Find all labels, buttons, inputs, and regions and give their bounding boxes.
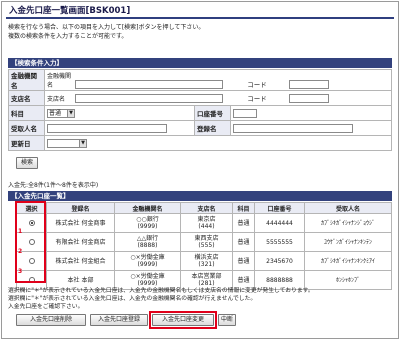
row-registered-name: 株式会社 何金商事 [46,213,115,233]
step-marker-1: 1 [18,228,23,235]
row-registered-name: 有限会社 何金商店 [46,232,115,252]
row-recipient: ﾕｳｹﾞﾝｶﾞｲｼｬﾅﾝｷﾝﾃﾝ [304,232,392,252]
row-branch-code: (555) [198,242,215,249]
branch-sub-label: 支店名 [47,95,66,103]
chevron-down-icon: ▼ [79,139,86,147]
row-type: 普通 [232,213,255,233]
row-bank-code: (9999) [137,280,158,287]
table-row[interactable]: 有限会社 何金商店 △△銀行 (8888) 東西支店 (555) 普通 555555… [16,232,392,252]
step-marker-2: 2 [18,248,23,255]
instruction-line-2: 複数の検索条件を入力することが可能です。 [8,33,128,40]
row-branch-code: (321) [198,261,215,268]
row-recipient: ｶﾌﾞｼｷｶﾞｲｼｬﾅﾝｷﾝｸﾐｱｲ [304,251,392,271]
page-title: 入金先口座一覧画面[BSK001] [6,5,394,19]
bank-code-label: コード [247,80,267,89]
row-branch: 東京店 [197,216,216,223]
note-line-2: 選択欄に"＊"が表示されている入金先口座は、入金先の金融機関名の確認が行えません… [8,296,257,302]
row-registered-name: 株式会社 何金組合 [46,251,115,271]
row-bank: △△銀行 [136,235,159,242]
col-bank: 金融機関名 [114,202,181,214]
subject-select[interactable]: 普通 ▼ [47,108,75,118]
bank-name-input[interactable] [75,80,224,90]
cancel-button[interactable]: 中断 [218,314,236,326]
results-header-row: 選択 登録名 金融機関名 支店名 科目 口座番号 受取人名 [16,202,392,214]
row-branch: 東西支店 [194,235,219,242]
notes: 選択欄に"＊"が表示されている入金先口座は、入金先の金融機関名もしくは支店名の情… [8,287,392,311]
col-type: 科目 [232,202,255,214]
row-bank-code: (9999) [137,223,158,230]
row-branch: 横浜支店 [194,254,219,261]
change-button-highlight [149,311,217,329]
row-branch: 本店営業部 [191,273,222,280]
branch-code-label: コード [247,94,267,103]
row-type: 普通 [232,251,255,271]
note-line-3: 入金先口座をご確認下さい。 [8,304,84,310]
bank-sub-label: 金融機関名 [47,72,72,89]
row-bank: ○×労働金庫 [130,273,165,280]
row-recipient: ｶﾌﾞｼｷｶﾞｲｼｬﾅﾝｼﾞｮｳｼﾞ [304,213,392,233]
table-row[interactable]: 株式会社 何金商事 ○○銀行 (9999) 東京店 (444) 普通 4444444… [16,213,392,233]
col-registered-name: 登録名 [46,202,115,214]
row-bank: ○×労働金庫 [130,254,165,261]
chevron-down-icon: ▼ [67,109,74,117]
bank-label: 金融機関名 [8,69,45,91]
table-row[interactable]: 株式会社 何金組合 ○×労働金庫 (9999) 横浜支店 (321) 普通 2345… [16,251,392,271]
recipient-input[interactable] [47,123,167,133]
branch-name-input[interactable] [75,94,224,104]
results-table: 選択 登録名 金融機関名 支店名 科目 口座番号 受取人名 株式会社 何金商事 … [16,202,392,290]
branch-label: 支店名 [8,90,45,106]
bank-code-input[interactable] [288,80,329,90]
register-account-button[interactable]: 入金先口座登録 [90,314,148,326]
row-account-no: 5555555 [254,232,305,252]
instruction-line-1: 検索を行なう場合、以下の項目を入力して[検索]ボタンを押して下さい。 [8,24,205,31]
col-recipient: 受取人名 [304,202,392,214]
account-no-label: 口座番号 [194,105,231,121]
col-account-no: 口座番号 [254,202,305,214]
instructions: 検索を行なう場合、以下の項目を入力して[検索]ボタンを押して下さい。 複数の検索… [8,23,388,41]
updated-select[interactable]: ▼ [47,138,87,148]
row-bank-code: (8888) [137,242,158,249]
result-count: 入金先:全8件(1件～8件を表示中) [8,182,99,189]
results-section-header: 【入金先口座一覧】 [8,191,392,201]
search-form: 金融機関名 金融機関名 コード 支店名 支店名 コード 科目 普通 ▼ 口座番号 [8,69,392,151]
row-branch-code: (444) [198,223,215,230]
delete-account-button[interactable]: 入金先口座削除 [16,314,86,326]
row-branch-code: (281) [198,280,215,287]
row-account-no: 4444444 [254,213,305,233]
search-section-header: 【検索条件入力】 [8,58,392,68]
step-marker-3: 3 [18,268,23,275]
search-button[interactable]: 検索 [16,157,38,169]
row-bank: ○○銀行 [136,216,159,223]
row-bank-code: (9999) [137,261,158,268]
registered-name-input[interactable] [233,123,353,133]
col-branch: 支店名 [180,202,233,214]
account-no-input[interactable] [233,108,257,118]
registered-name-label: 登録名 [194,120,231,136]
recipient-label: 受取人名 [8,120,45,136]
row-type: 普通 [232,232,255,252]
subject-label: 科目 [8,105,45,121]
branch-code-input[interactable] [288,94,329,104]
note-line-1: 選択欄に"＊"が表示されている入金先口座は、入金先の金融機関名もしくは支店名の情… [8,288,314,294]
subject-select-value: 普通 [49,109,62,117]
row-account-no: 2345670 [254,251,305,271]
updated-label: 更新日 [8,135,45,151]
